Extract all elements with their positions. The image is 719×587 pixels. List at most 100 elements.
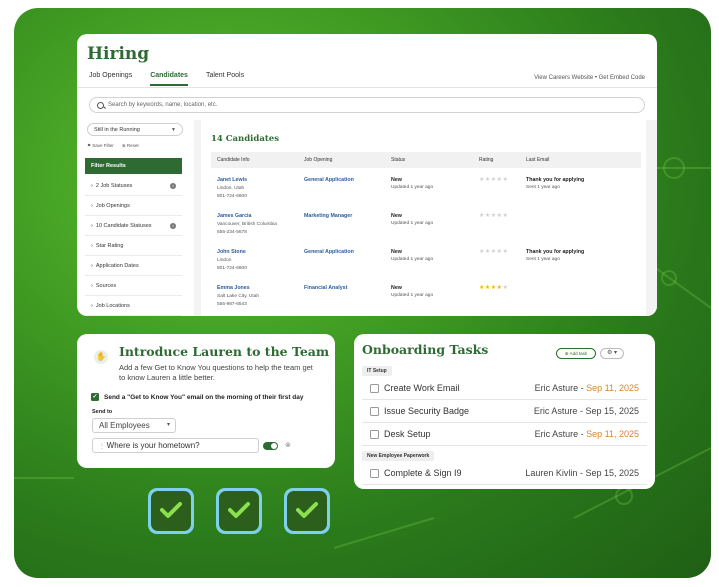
candidate-status: New [391, 285, 402, 291]
waving-hand-icon: ✋ [94, 350, 108, 364]
last-email-sent: Sent 1 year ago [526, 257, 560, 262]
hiring-tabs: Job Openings Candidates Talent Pools [89, 72, 244, 86]
star-icon[interactable]: ★ [503, 285, 509, 291]
checkmark-icon [228, 502, 250, 518]
filter-item[interactable]: › Star Rating [85, 236, 182, 256]
tab-candidates[interactable]: Candidates [150, 72, 188, 86]
task-checkbox[interactable] [370, 469, 379, 478]
page-title: Hiring [87, 44, 150, 64]
task-checkbox[interactable] [370, 430, 379, 439]
candidate-name[interactable]: John Stone [217, 249, 246, 255]
filter-label: 10 Candidate Statuses [95, 222, 152, 229]
send-email-label: Send a "Get to Know You" email on the mo… [104, 393, 304, 401]
table-row[interactable]: Janet Lewis Lindon, Utah 801-724-6600 Gener… [211, 177, 641, 211]
task-row[interactable]: Issue Security Badge Eric Asture - Sep 15… [362, 401, 647, 423]
job-opening-link[interactable]: Financial Analyst [304, 285, 347, 291]
reset-label: Reset [126, 143, 139, 148]
table-row[interactable]: James Garcia Vancouver, British Columbia 5… [211, 213, 641, 247]
filter-label: Sources [95, 282, 117, 289]
settings-menu-button[interactable]: ⚙ ▾ [600, 348, 624, 359]
candidates-panel: 14 Candidates Candidate Info Job Opening… [201, 120, 646, 316]
reset-button[interactable]: ⊗ Reset [122, 143, 139, 149]
star-rating[interactable]: ★★★★★ [479, 248, 508, 255]
remove-filter-icon[interactable]: × [170, 182, 176, 189]
candidate-phone: 555-234-5678 [217, 230, 247, 235]
status-filter-value: Still in the Running [94, 127, 140, 133]
star-rating[interactable]: ★★★★★ [479, 212, 508, 219]
last-email-sent: Sent 1 year ago [526, 185, 560, 190]
candidate-status: New [391, 177, 402, 183]
save-filter-label: Save Filter [92, 143, 114, 148]
candidate-status: New [391, 249, 402, 255]
status-filter-select[interactable]: Still in the Running ▼ [87, 123, 183, 136]
save-filter-button[interactable]: ⚑ Save Filter [87, 143, 114, 149]
send-email-checkbox-row[interactable]: ✓ Send a "Get to Know You" email on the … [91, 393, 304, 401]
job-opening-link[interactable]: General Application [304, 177, 354, 183]
check-tile [148, 488, 194, 534]
filter-item[interactable]: › Application Dates [85, 256, 182, 276]
divider [77, 87, 657, 88]
add-task-label: Add task [569, 351, 588, 356]
candidate-name[interactable]: James Garcia [217, 213, 251, 219]
filter-item[interactable]: › Sources [85, 276, 182, 296]
star-icon[interactable]: ★ [503, 177, 509, 183]
table-header: Candidate Info Job Opening Status Rating… [211, 152, 641, 168]
star-rating[interactable]: ★★★★★ [479, 176, 508, 183]
send-to-select[interactable]: All Employees ▾ [92, 418, 176, 433]
task-assignee: Eric Asture - Sep 11, 2025 [534, 383, 639, 393]
column-header: Candidate Info [217, 157, 250, 163]
due-date: Sep 15, 2025 [585, 406, 639, 416]
chevron-down-icon: ▾ [166, 422, 170, 428]
candidate-location: Vancouver, British Columbia [217, 222, 277, 227]
filter-label: 2 Job Statuses [95, 182, 133, 189]
checkmark-icon [296, 502, 318, 518]
filter-item[interactable]: › Job Locations [85, 296, 182, 316]
job-opening-link[interactable]: General Application [304, 249, 354, 255]
filter-label: Job Locations [95, 302, 130, 309]
search-input[interactable]: Search by keywords, name, location, etc. [89, 97, 645, 113]
filter-item[interactable]: › 10 Candidate Statuses × [85, 216, 182, 236]
drag-handle-icon[interactable]: ⋮ [99, 444, 107, 450]
column-header: Status [391, 157, 406, 163]
column-header: Rating [479, 157, 494, 163]
last-email: Thank you for applying [526, 249, 585, 255]
table-row[interactable]: John Stone Lindon 801-724-6600 General Appl… [211, 249, 641, 283]
candidate-phone: 801-724-6600 [217, 194, 247, 199]
check-tile [284, 488, 330, 534]
assignee-name: Eric Asture [534, 429, 579, 439]
add-task-button[interactable]: ⊕ Add task [556, 348, 596, 359]
task-row[interactable]: Desk Setup Eric Asture - Sep 11, 2025 [362, 424, 647, 446]
chevron-down-icon: ▾ [614, 350, 618, 356]
onboarding-title: Onboarding Tasks [362, 342, 489, 357]
tab-talent-pools[interactable]: Talent Pools [206, 72, 244, 86]
filter-item[interactable]: › 2 Job Statuses × [85, 176, 182, 196]
task-assignee: Eric Asture - Sep 15, 2025 [533, 406, 639, 416]
checkbox-checked[interactable]: ✓ [91, 393, 99, 401]
question-text: Where is your hometown? [106, 441, 200, 450]
star-icon[interactable]: ★ [503, 213, 509, 219]
candidates-main: 14 Candidates Candidate Info Job Opening… [194, 120, 657, 316]
task-row[interactable]: Complete & Sign I9 Lauren Kivlin - Sep 15… [362, 463, 647, 485]
filter-item[interactable]: › Job Openings [85, 196, 182, 216]
task-assignee: Eric Asture - Sep 11, 2025 [534, 429, 639, 439]
remove-filter-icon[interactable]: × [170, 222, 176, 229]
candidate-location: Salt Lake City, Utah [217, 294, 260, 299]
candidate-name[interactable]: Janet Lewis [217, 177, 247, 183]
due-date: Sep 11, 2025 [586, 429, 639, 439]
careers-links[interactable]: View Careers Website • Get Embed Code [534, 75, 645, 81]
remove-question-icon[interactable]: ⊗ [285, 441, 291, 449]
star-icon[interactable]: ★ [503, 249, 509, 255]
question-toggle[interactable] [263, 442, 278, 450]
candidate-location: Lindon, Utah [217, 186, 245, 191]
question-input[interactable]: ⋮ Where is your hometown? [92, 438, 259, 453]
candidate-name[interactable]: Emma Jones [217, 285, 250, 291]
star-rating[interactable]: ★★★★★ [479, 284, 508, 291]
filter-label: Application Dates [95, 262, 139, 269]
table-row[interactable]: Emma Jones Salt Lake City, Utah 555-987-65… [211, 285, 641, 316]
job-opening-link[interactable]: Marketing Manager [304, 213, 352, 219]
task-checkbox[interactable] [370, 407, 379, 416]
search-icon [97, 101, 104, 109]
tab-job-openings[interactable]: Job Openings [89, 72, 132, 86]
task-checkbox[interactable] [370, 384, 379, 393]
task-row[interactable]: Create Work Email Eric Asture - Sep 11, 2… [362, 378, 647, 400]
